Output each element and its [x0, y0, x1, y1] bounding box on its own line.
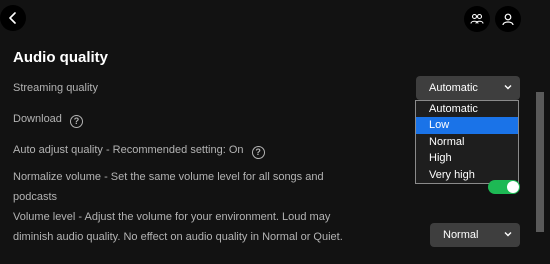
option-low[interactable]: Low	[416, 117, 518, 134]
user-icon	[502, 13, 514, 25]
profile-button[interactable]	[495, 6, 521, 32]
friends-icon	[470, 13, 484, 24]
chevron-down-icon	[504, 232, 512, 237]
toggle-knob	[507, 181, 519, 193]
auto-adjust-row: Auto adjust quality - Recommended settin…	[13, 140, 265, 160]
normalize-volume-toggle[interactable]	[488, 180, 520, 194]
volume-level-select[interactable]: Normal	[430, 223, 520, 247]
chevron-down-icon	[504, 85, 512, 90]
help-icon[interactable]: ?	[251, 146, 265, 159]
chevron-left-icon	[9, 12, 16, 24]
friend-activity-button[interactable]	[464, 6, 490, 32]
auto-adjust-label: Auto adjust quality - Recommended settin…	[13, 144, 244, 156]
back-button[interactable]	[0, 5, 26, 31]
streaming-quality-dropdown: Automatic Low Normal High Very high	[415, 100, 519, 184]
streaming-quality-value: Automatic	[429, 82, 478, 94]
normalize-volume-label: Normalize volume - Set the same volume l…	[13, 171, 324, 203]
option-normal[interactable]: Normal	[416, 134, 518, 150]
scrollbar[interactable]	[536, 92, 544, 232]
option-automatic[interactable]: Automatic	[416, 101, 518, 117]
download-row: Download ?	[13, 109, 83, 129]
help-icon[interactable]: ?	[69, 115, 83, 128]
streaming-quality-label: Streaming quality	[13, 82, 98, 94]
section-title: Audio quality	[13, 49, 108, 66]
download-label: Download	[13, 113, 62, 125]
streaming-quality-select[interactable]: Automatic	[416, 76, 520, 100]
option-high[interactable]: High	[416, 150, 518, 166]
volume-level-label: Volume level - Adjust the volume for you…	[13, 211, 343, 243]
volume-level-value: Normal	[443, 229, 479, 241]
settings-page: Audio quality Streaming quality Automati…	[0, 0, 550, 264]
